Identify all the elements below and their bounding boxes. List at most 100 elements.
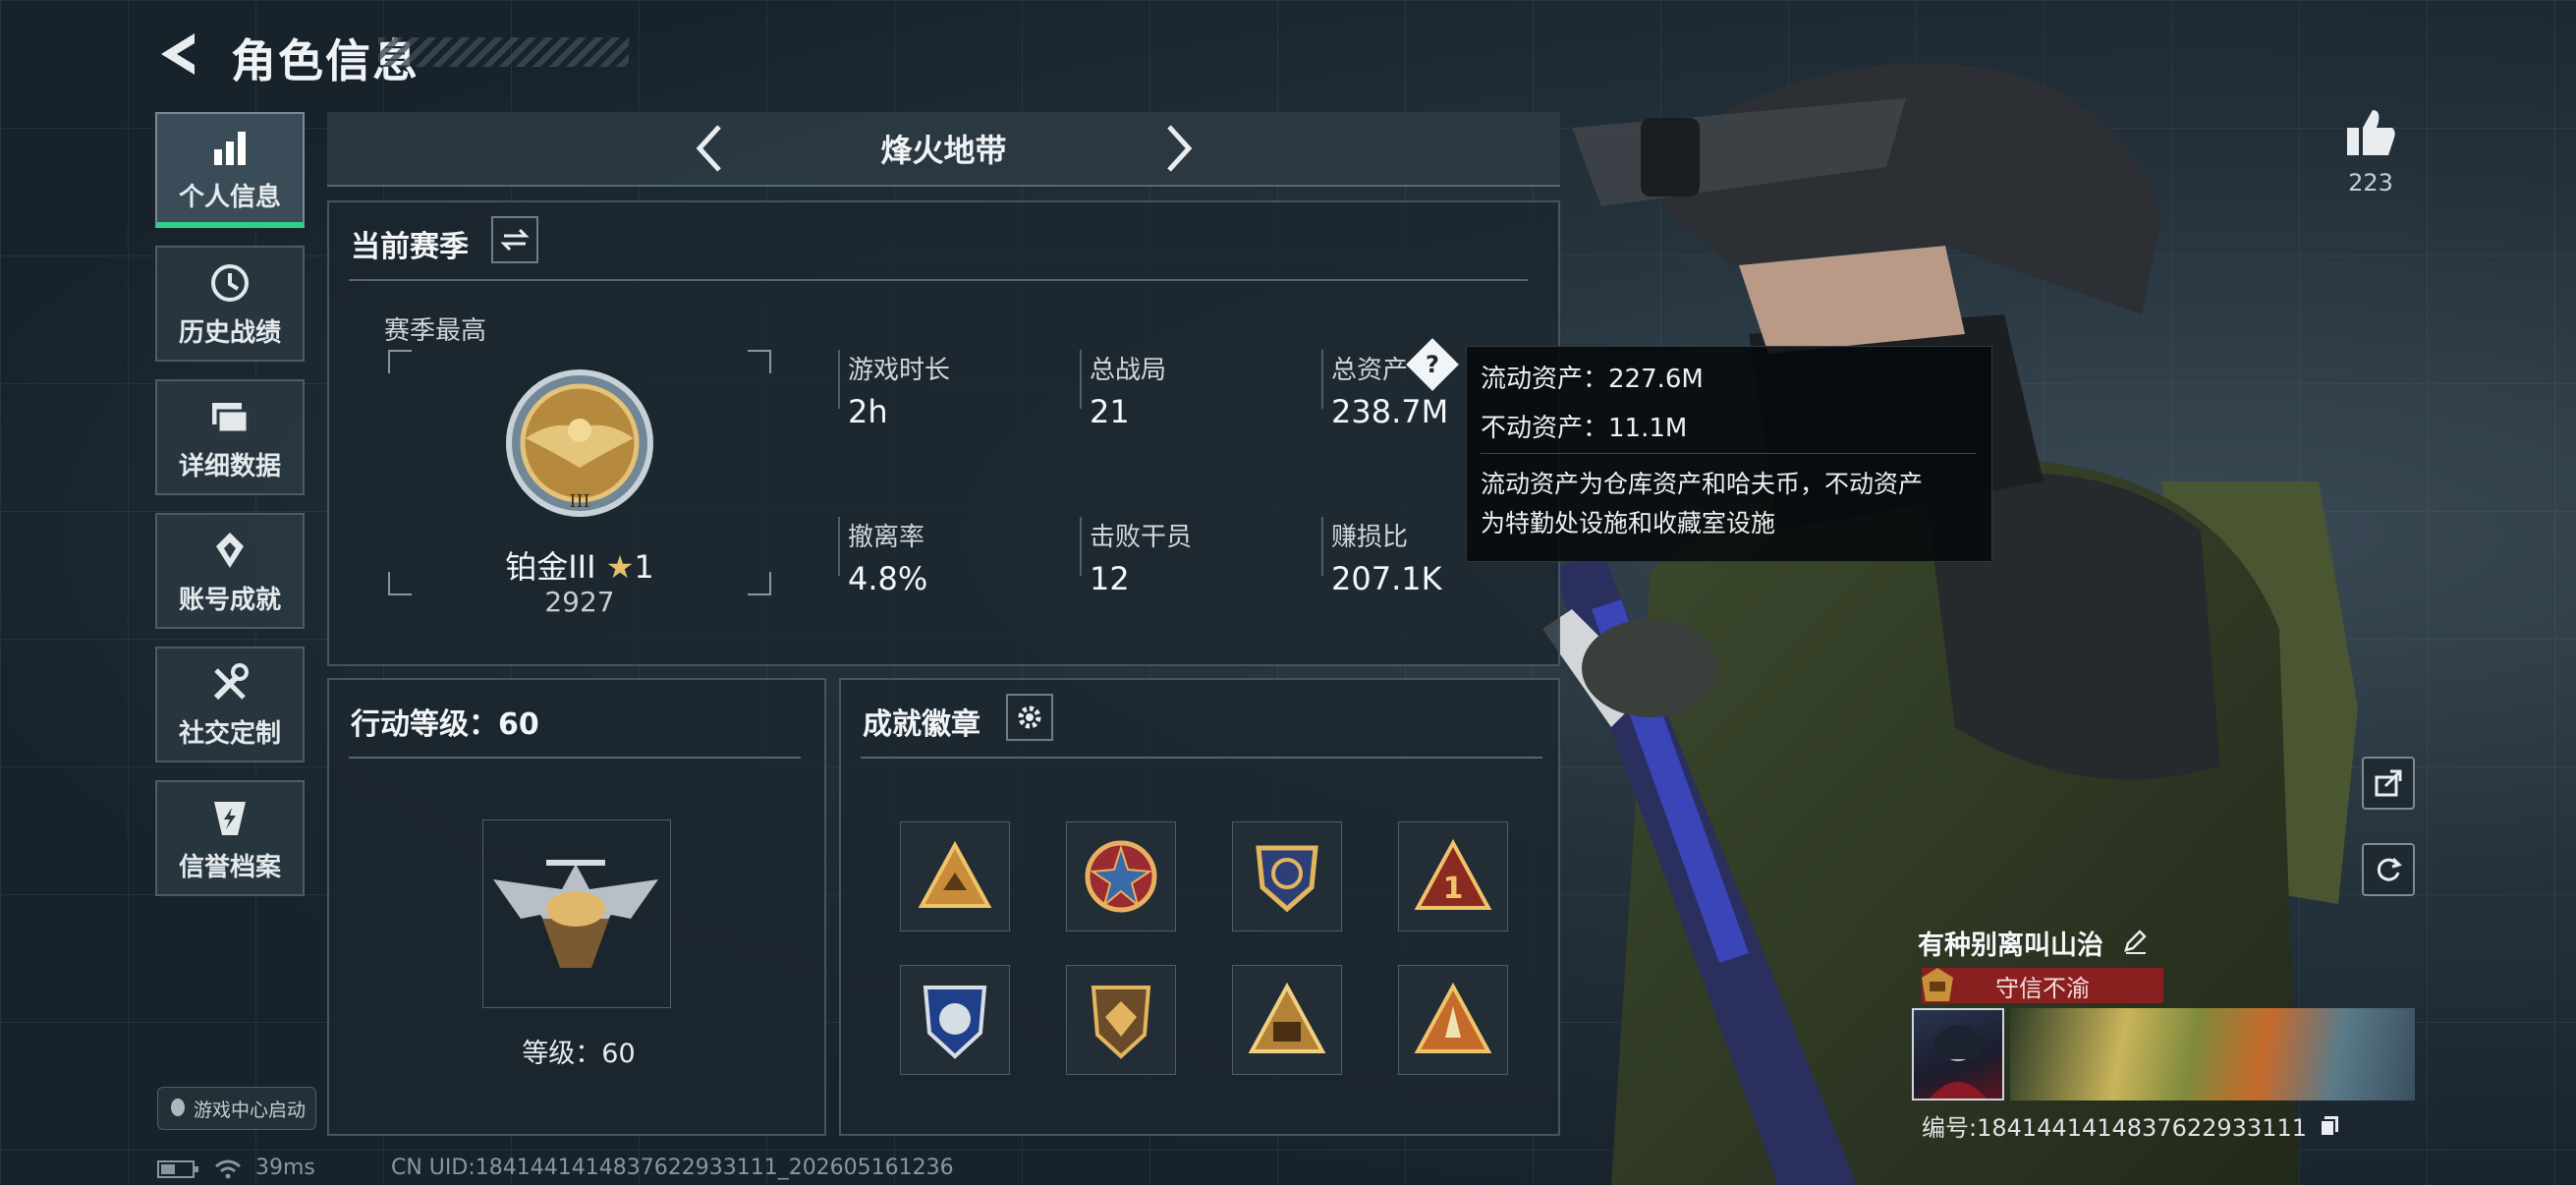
star-icon: ★	[605, 548, 635, 586]
player-name: 有种别离叫山治	[1918, 924, 2148, 962]
nav-item-details[interactable]: 详细数据	[155, 379, 305, 495]
badge-item[interactable]	[1232, 821, 1342, 931]
wifi-icon	[215, 1159, 241, 1179]
stat-separator	[838, 350, 840, 409]
stat-separator	[1321, 350, 1323, 409]
season-divider	[349, 279, 1528, 281]
rank-stars: 1	[634, 548, 654, 586]
edit-name-button[interactable]	[2122, 929, 2148, 961]
side-nav: 个人信息 历史战绩 详细数据 账号成就 社交定制 信誉档案	[155, 112, 305, 914]
rank-name-row: 铂金III ★1	[388, 542, 771, 588]
tooltip-divider	[1481, 453, 1976, 454]
nav-item-credit[interactable]: 信誉档案	[155, 780, 305, 896]
nav-item-label: 账号成就	[178, 585, 281, 615]
question-icon: ?	[1426, 350, 1439, 378]
nav-item-personal-info[interactable]: 个人信息	[155, 112, 305, 228]
svg-text:III: III	[569, 491, 589, 512]
badge-item[interactable]	[1232, 965, 1342, 1075]
stat-playtime-label: 游戏时长	[848, 356, 951, 385]
like-button[interactable]	[2336, 106, 2405, 163]
triangle-badge-icon	[918, 840, 992, 908]
badges-title: 成就徽章	[863, 707, 980, 742]
badge-item[interactable]	[1066, 821, 1176, 931]
season-title: 当前赛季	[351, 230, 469, 264]
aircraft-level-emblem-icon	[493, 860, 658, 968]
refresh-icon	[2377, 857, 2402, 881]
rank-score: 2927	[544, 586, 615, 618]
bar-chart-icon	[206, 124, 253, 171]
stat-profit-ratio-label: 赚损比	[1331, 523, 1409, 552]
mode-title: 烽火地带	[880, 132, 1007, 169]
stat-kills-label: 击败干员	[1090, 523, 1193, 552]
achievement-icon	[206, 527, 253, 574]
game-center-launch-badge: 游戏中心启动	[157, 1087, 316, 1130]
ping-value: 39ms	[255, 1156, 315, 1180]
refresh-button[interactable]	[2362, 843, 2415, 896]
folder-icon	[206, 393, 253, 440]
back-arrow-icon	[161, 33, 195, 75]
tooltip-desc-line1: 流动资产为仓库资产和哈夫币，不动资产	[1481, 470, 1924, 498]
nav-item-history[interactable]: 历史战绩	[155, 246, 305, 362]
tooltip-fixed-assets: 不动资产：11.1M	[1481, 414, 1688, 443]
qq-icon	[170, 1099, 185, 1116]
like-area: 223	[2336, 106, 2405, 197]
nav-item-label: 历史战绩	[178, 317, 281, 348]
stat-playtime-value: 2h	[848, 393, 888, 430]
like-count: 223	[2348, 169, 2393, 197]
season-best-label: 赛季最高	[384, 316, 487, 346]
stat-separator	[838, 517, 840, 576]
shield-crest-badge-icon	[1256, 845, 1318, 913]
assets-help-button[interactable]: ?	[1406, 338, 1459, 391]
device-status: 39ms	[157, 1156, 315, 1180]
badge-item[interactable]	[1066, 965, 1176, 1075]
share-button[interactable]	[2362, 757, 2415, 810]
achievement-badges-panel: 成就徽章 1	[839, 678, 1560, 1136]
stat-separator	[1080, 517, 1082, 576]
badges-divider	[861, 757, 1542, 759]
battery-icon	[157, 1160, 198, 1178]
badge-item[interactable]: 1	[1398, 821, 1508, 931]
stat-matches-value: 21	[1090, 393, 1130, 430]
current-season-panel: 当前赛季 赛季最高 III 铂金III ★1 2927 游戏时长 2h 总战局 …	[327, 200, 1560, 666]
stat-extract-rate-value: 4.8%	[848, 560, 928, 597]
tooltip-liquid-assets: 流动资产：227.6M	[1481, 365, 1704, 394]
nav-item-social[interactable]: 社交定制	[155, 647, 305, 762]
tools-icon	[206, 660, 253, 707]
badges-settings-button[interactable]	[1006, 694, 1053, 741]
player-avatar[interactable]	[1912, 1008, 2004, 1100]
back-button[interactable]	[155, 28, 204, 81]
honor-tag: 守信不渝	[1922, 968, 2163, 1003]
nav-item-achievements[interactable]: 账号成就	[155, 513, 305, 629]
squad-triangle-badge-icon	[1248, 982, 1326, 1053]
nav-item-label: 社交定制	[178, 718, 281, 749]
player-name-text: 有种别离叫山治	[1918, 931, 2103, 961]
action-level-panel: 行动等级：60 等级：60	[327, 678, 826, 1136]
mode-prev-button[interactable]	[679, 119, 738, 178]
badge-item[interactable]	[1398, 965, 1508, 1075]
stat-separator	[1080, 350, 1082, 409]
mode-next-button[interactable]	[1150, 119, 1209, 178]
star-medal-badge-icon	[1085, 840, 1157, 913]
avatar-portrait-icon	[1930, 1025, 1987, 1099]
thumbs-up-icon	[2347, 110, 2395, 155]
honor-emblem-icon	[1922, 968, 1953, 1001]
badge-item[interactable]	[900, 965, 1010, 1075]
player-card-banner[interactable]	[2010, 1008, 2415, 1100]
stat-matches-label: 总战局	[1090, 356, 1167, 385]
mode-selector: 烽火地带	[327, 112, 1560, 187]
nav-item-label: 详细数据	[178, 451, 281, 481]
copy-uid-button[interactable]	[2319, 1114, 2340, 1144]
season-switch-button[interactable]	[491, 216, 538, 263]
history-icon	[206, 259, 253, 307]
rocket-triangle-badge-icon	[1414, 982, 1492, 1053]
footer-cn-uid: CN UID:1841441414837622933111_2026051612…	[391, 1156, 954, 1180]
honor-title: 守信不渝	[1995, 974, 2090, 1002]
level-text: 等级：60	[522, 1039, 636, 1069]
police-shield-badge-icon	[923, 986, 987, 1059]
launch-badge-label: 游戏中心启动	[193, 1099, 306, 1121]
frame-corner	[748, 350, 771, 373]
badge-item[interactable]	[900, 821, 1010, 931]
tooltip-desc-line2: 为特勤处设施和收藏室设施	[1481, 509, 1776, 537]
gem-shield-badge-icon	[1091, 986, 1151, 1059]
header-decoration	[378, 37, 629, 67]
